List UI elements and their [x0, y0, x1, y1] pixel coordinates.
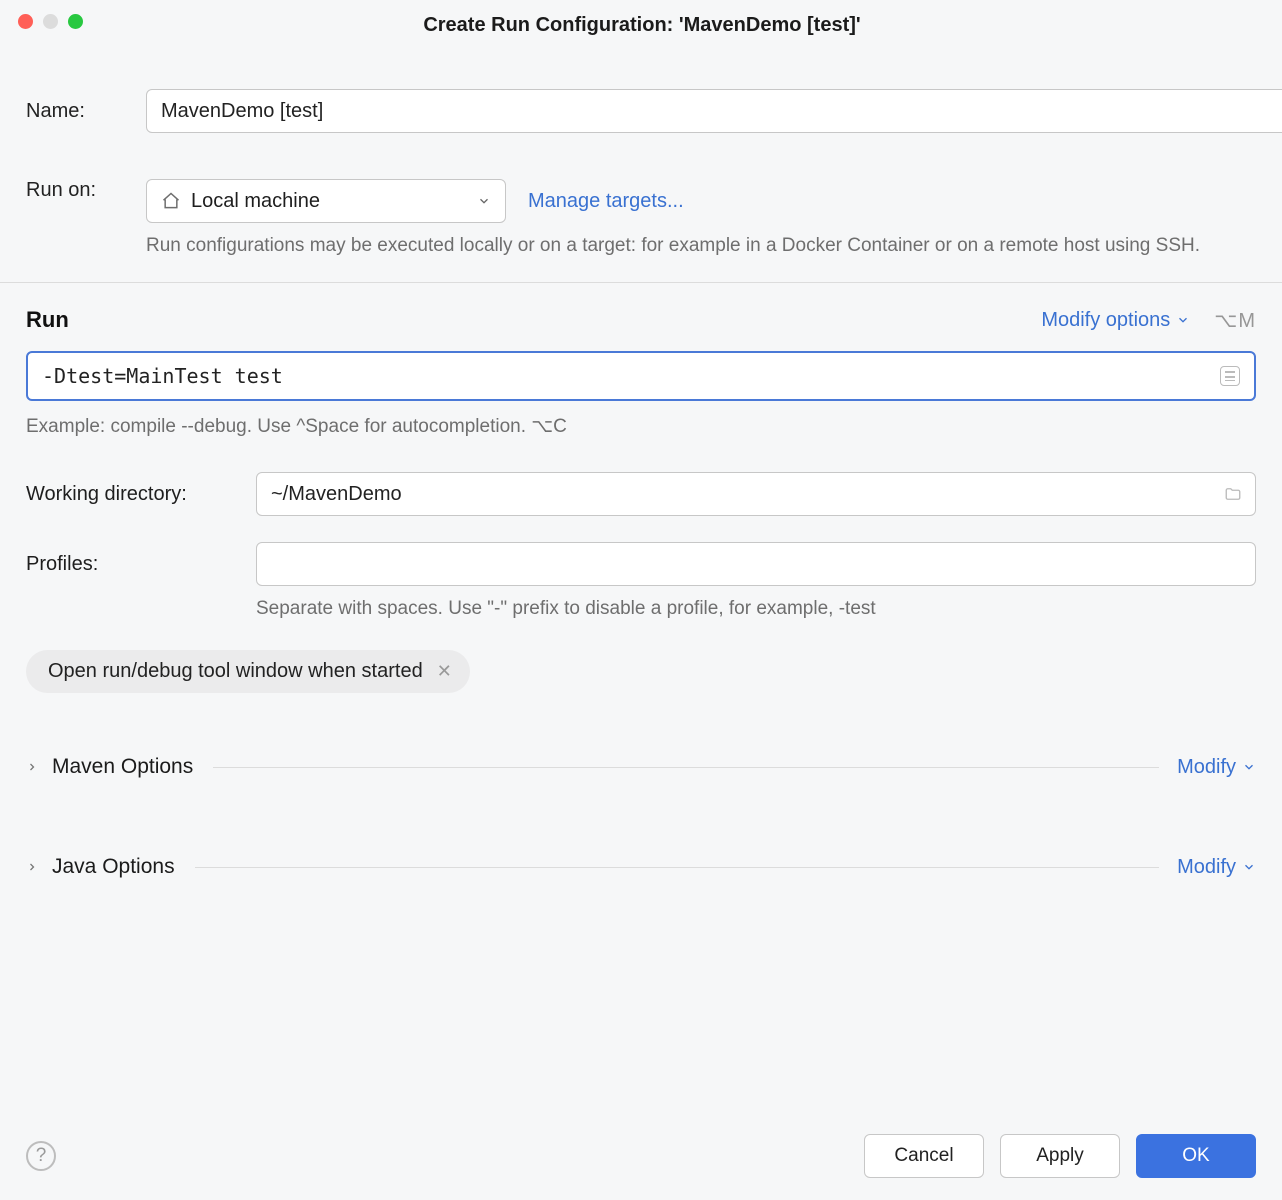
section-divider [213, 767, 1159, 768]
ok-label: OK [1182, 1145, 1209, 1167]
folder-icon[interactable] [1222, 485, 1244, 503]
profiles-input[interactable] [256, 542, 1256, 586]
dialog-title: Create Run Configuration: 'MavenDemo [te… [18, 12, 1266, 37]
run-on-row: Run on: Local machine Manage targets... [26, 179, 1256, 223]
manage-targets-link[interactable]: Manage targets... [528, 190, 684, 213]
apply-label: Apply [1036, 1145, 1084, 1167]
java-modify-label: Modify [1177, 856, 1236, 879]
dialog-body: Name: Store as project file Run on: Loc [0, 47, 1282, 1116]
help-icon: ? [36, 1145, 47, 1167]
working-dir-label: Working directory: [26, 483, 256, 506]
maven-options-section[interactable]: Maven Options Modify [26, 737, 1256, 797]
run-on-hint: Run configurations may be executed local… [146, 231, 1256, 260]
ok-button[interactable]: OK [1136, 1134, 1256, 1178]
run-command-input[interactable]: -Dtest=MainTest test [26, 351, 1256, 401]
chevron-right-icon [26, 761, 38, 773]
chevron-down-icon [1242, 860, 1256, 874]
run-section-title: Run [26, 307, 69, 333]
help-button[interactable]: ? [26, 1141, 56, 1171]
section-divider [195, 867, 1160, 868]
profiles-hint: Separate with spaces. Use "-" prefix to … [256, 598, 1256, 620]
run-section-header: Run Modify options ⌥M [26, 283, 1256, 351]
run-command-value: -Dtest=MainTest test [42, 364, 283, 388]
expand-field-icon[interactable] [1220, 366, 1240, 386]
home-icon [161, 191, 181, 211]
name-input[interactable] [146, 89, 1282, 133]
chevron-down-icon [477, 194, 491, 208]
option-chip: Open run/debug tool window when started … [26, 650, 470, 693]
maximize-window-button[interactable] [68, 14, 83, 29]
name-row: Name: Store as project file [26, 65, 1256, 157]
run-target-value: Local machine [191, 190, 320, 213]
window-controls [18, 14, 83, 29]
java-options-section[interactable]: Java Options Modify [26, 837, 1256, 897]
cancel-button[interactable]: Cancel [864, 1134, 984, 1178]
maven-modify-label: Modify [1177, 756, 1236, 779]
close-icon[interactable]: ✕ [437, 661, 452, 682]
dialog-footer: ? Cancel Apply OK [0, 1116, 1282, 1200]
working-dir-input[interactable] [256, 472, 1256, 516]
run-config-dialog: Create Run Configuration: 'MavenDemo [te… [0, 0, 1282, 1200]
name-label: Name: [26, 100, 146, 123]
java-options-title: Java Options [52, 855, 175, 879]
working-dir-row: Working directory: [26, 472, 1256, 516]
cancel-label: Cancel [894, 1145, 953, 1167]
option-chip-label: Open run/debug tool window when started [48, 660, 423, 683]
chevron-right-icon [26, 861, 38, 873]
profiles-label: Profiles: [26, 553, 256, 576]
java-modify-link[interactable]: Modify [1177, 856, 1256, 879]
maven-options-title: Maven Options [52, 755, 193, 779]
run-command-hint: Example: compile --debug. Use ^Space for… [26, 415, 1256, 438]
minimize-window-button[interactable] [43, 14, 58, 29]
modify-options-label: Modify options [1041, 309, 1170, 332]
titlebar: Create Run Configuration: 'MavenDemo [te… [0, 0, 1282, 47]
run-target-select[interactable]: Local machine [146, 179, 506, 223]
modify-options-link[interactable]: Modify options [1041, 309, 1190, 332]
profiles-row: Profiles: [26, 542, 1256, 586]
chevron-down-icon [1242, 760, 1256, 774]
run-on-label: Run on: [26, 179, 146, 202]
maven-modify-link[interactable]: Modify [1177, 756, 1256, 779]
apply-button[interactable]: Apply [1000, 1134, 1120, 1178]
modify-options-shortcut: ⌥M [1214, 308, 1256, 333]
chevron-down-icon [1176, 313, 1190, 327]
close-window-button[interactable] [18, 14, 33, 29]
